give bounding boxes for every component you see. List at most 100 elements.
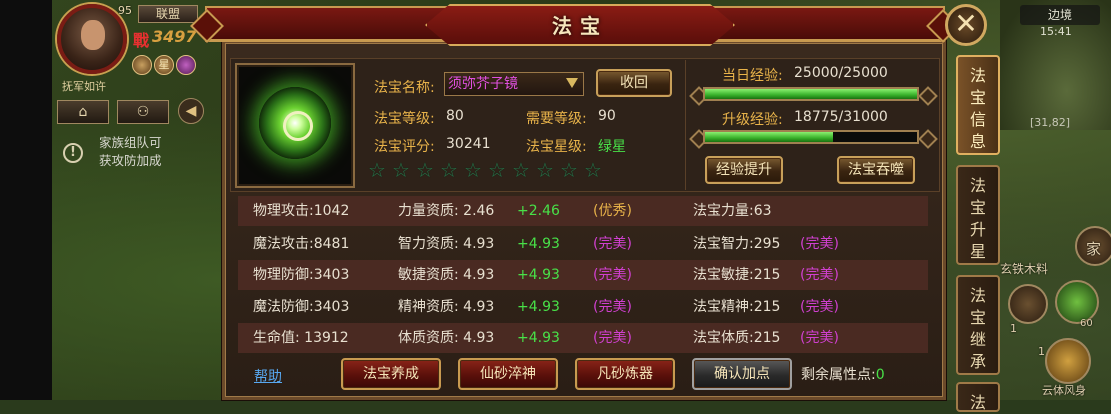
devour-button[interactable]: 法宝吞噬 bbox=[837, 156, 915, 184]
star-icon: ☆ bbox=[536, 158, 554, 182]
stat-attribute: 物理防御:3403 bbox=[253, 267, 350, 283]
score-value: 30241 bbox=[446, 136, 491, 152]
panel-title: 法宝 bbox=[552, 14, 608, 38]
stat-treasure-attr: 法宝敏捷:215 bbox=[693, 267, 781, 283]
upgrade-exp-bar bbox=[703, 130, 919, 144]
star-icon: ☆ bbox=[416, 158, 434, 182]
stat-row: 生命值: 13912 体质资质: 4.93 +4.93 (完美) 法宝体质:215 (完美… bbox=[238, 323, 928, 353]
level-label: 法宝等级: bbox=[374, 111, 435, 127]
daily-exp-label: 当日经验: bbox=[722, 68, 783, 84]
buff-icon[interactable] bbox=[132, 55, 152, 75]
remaining-points: 剩余属性点:0 bbox=[801, 364, 885, 384]
item-label: 玄铁木料 bbox=[1000, 262, 1049, 276]
tab-info[interactable]: 法宝信息 bbox=[956, 55, 1000, 155]
star-icon: ☆ bbox=[512, 158, 530, 182]
team-button[interactable]: ⚇ bbox=[117, 100, 169, 124]
treasure-name-select[interactable]: 须弥芥子镜 bbox=[444, 72, 584, 96]
family-notice: ! 家族组队可 获攻防加成 bbox=[63, 134, 162, 170]
skill-icon[interactable] bbox=[1045, 338, 1091, 384]
info-icon: ! bbox=[63, 143, 83, 163]
req-level-label: 需要等级: bbox=[526, 111, 587, 127]
stat-aptitude: 力量资质: 2.46 bbox=[398, 203, 495, 219]
cultivate-button[interactable]: 法宝养成 bbox=[341, 358, 441, 390]
screen-edge-left bbox=[0, 0, 52, 400]
stat-attribute: 魔法攻击:8481 bbox=[253, 236, 350, 252]
chevron-down-icon bbox=[566, 78, 578, 88]
remaining-value: 0 bbox=[875, 367, 885, 383]
star-level-label: 法宝星级: bbox=[526, 139, 587, 155]
treasure-item-frame[interactable] bbox=[235, 63, 355, 188]
star-icon: ☆ bbox=[368, 158, 386, 182]
alliance-button[interactable]: 联盟 bbox=[138, 5, 198, 23]
tab-more[interactable]: 法 bbox=[956, 382, 1000, 412]
daily-exp-bar bbox=[703, 87, 919, 101]
confirm-points-button[interactable]: 确认加点 bbox=[692, 358, 792, 390]
map-coordinates: [31,82] bbox=[1030, 116, 1071, 129]
name-label: 法宝名称: bbox=[374, 80, 435, 96]
player-level: 95 bbox=[118, 4, 132, 17]
treasure-orb-icon bbox=[259, 87, 331, 159]
stat-row: 物理攻击:1042 力量资质: 2.46 +2.46 (优秀) 法宝力量:63 bbox=[238, 196, 928, 226]
guild-name: 抚军如许 bbox=[62, 80, 106, 93]
stat-aptitude: 体质资质: 4.93 bbox=[398, 330, 495, 346]
star-icon: ☆ bbox=[488, 158, 506, 182]
stat-treasure-grade: (完美) bbox=[800, 330, 839, 346]
stat-bonus: +2.46 bbox=[517, 203, 560, 219]
notice-line-2: 获攻防加成 bbox=[99, 153, 162, 168]
map-name: 边境 bbox=[1020, 5, 1100, 25]
treasure-name-value: 须弥芥子镜 bbox=[448, 76, 518, 92]
family-label: 家 bbox=[1086, 240, 1102, 258]
score-label: 法宝评分: bbox=[374, 139, 435, 155]
remaining-label: 剩余属性点: bbox=[801, 367, 876, 383]
tab-label: 法宝信息 bbox=[969, 66, 986, 151]
stat-bonus: +4.93 bbox=[517, 330, 560, 346]
stat-grade: (完美) bbox=[593, 267, 632, 283]
menu-button[interactable]: ⌂ bbox=[57, 100, 109, 124]
stat-grade: (完美) bbox=[593, 299, 632, 315]
stat-row: 魔法防御:3403 精神资质: 4.93 +4.93 (完美) 法宝精神:215 (完美) bbox=[238, 292, 928, 322]
stat-treasure-attr: 法宝体质:215 bbox=[693, 330, 781, 346]
recycle-button[interactable]: 收回 bbox=[596, 69, 672, 97]
star-icon: ☆ bbox=[464, 158, 482, 182]
skill-label: 云体风身 bbox=[1042, 384, 1086, 397]
immortal-sand-button[interactable]: 仙砂淬神 bbox=[458, 358, 558, 390]
stat-bonus: +4.93 bbox=[517, 236, 560, 252]
close-button[interactable]: ✕ bbox=[945, 4, 987, 46]
req-level-value: 90 bbox=[598, 108, 616, 124]
star-icon: ☆ bbox=[560, 158, 578, 182]
avatar-face bbox=[81, 20, 105, 50]
exp-boost-button[interactable]: 经验提升 bbox=[705, 156, 783, 184]
tab-upgrade-star[interactable]: 法宝升星 bbox=[956, 165, 1000, 265]
stat-aptitude: 敏捷资质: 4.93 bbox=[398, 267, 495, 283]
skill-count: 1 bbox=[1038, 345, 1045, 358]
daily-exp-fill bbox=[705, 89, 917, 99]
sword-item-icon[interactable] bbox=[1008, 284, 1048, 324]
tab-inherit[interactable]: 法宝继承 bbox=[956, 275, 1000, 375]
stat-row: 物理防御:3403 敏捷资质: 4.93 +4.93 (完美) 法宝敏捷:215 (完美) bbox=[238, 260, 928, 290]
map-time: 15:41 bbox=[1040, 25, 1072, 38]
collapse-arrow-icon[interactable]: ◀ bbox=[178, 98, 204, 124]
player-avatar[interactable] bbox=[57, 4, 127, 74]
star-icon: ☆ bbox=[440, 158, 458, 182]
stat-treasure-attr: 法宝力量:63 bbox=[693, 203, 772, 219]
daily-exp-value: 25000/25000 bbox=[794, 65, 888, 81]
mortal-sand-button[interactable]: 凡砂炼器 bbox=[575, 358, 675, 390]
stat-grade: (优秀) bbox=[593, 203, 632, 219]
sword-item-count: 1 bbox=[1010, 322, 1017, 335]
stat-attribute: 物理攻击:1042 bbox=[253, 203, 350, 219]
stat-aptitude: 精神资质: 4.93 bbox=[398, 299, 495, 315]
star-rating: ☆ ☆ ☆ ☆ ☆ ☆ ☆ ☆ ☆ ☆ bbox=[368, 160, 604, 180]
star-level-value: 绿星 bbox=[598, 139, 626, 155]
star-icon: ☆ bbox=[392, 158, 410, 182]
combat-power: 3497 bbox=[152, 27, 197, 46]
help-link[interactable]: 帮助 bbox=[254, 366, 282, 386]
star-icon: ☆ bbox=[584, 158, 602, 182]
upgrade-exp-fill bbox=[705, 132, 834, 142]
vip-icon[interactable] bbox=[176, 55, 196, 75]
stat-aptitude: 智力资质: 4.93 bbox=[398, 236, 495, 252]
upgrade-exp-value: 18775/31000 bbox=[794, 109, 888, 125]
stat-treasure-attr: 法宝智力:295 bbox=[693, 236, 781, 252]
tab-label: 法宝继承 bbox=[969, 286, 986, 371]
star-icon[interactable]: 星 bbox=[154, 55, 174, 75]
stat-row: 魔法攻击:8481 智力资质: 4.93 +4.93 (完美) 法宝智力:295 (完美) bbox=[238, 229, 928, 259]
